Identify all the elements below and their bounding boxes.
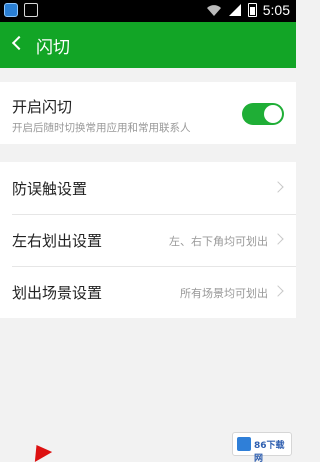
status-time: 5:05 bbox=[262, 2, 290, 18]
status-bar: 5:05 bbox=[0, 0, 296, 22]
watermark-logo: 86下载网 bbox=[232, 432, 292, 462]
chevron-right-icon bbox=[272, 233, 284, 245]
settings-item-anti-mistouch[interactable]: 防误触设置 bbox=[0, 162, 296, 214]
settings-list: 防误触设置 左右划出设置 左、右下角均可划出 划出场景设置 所有场景均可划出 bbox=[0, 162, 296, 318]
settings-item-label: 防误触设置 bbox=[12, 180, 88, 198]
enable-flash-switch-description: 开启后随时切换常用应用和常用联系人 bbox=[12, 122, 191, 134]
enable-flash-switch-row[interactable]: 开启闪切 开启后随时切换常用应用和常用联系人 bbox=[0, 82, 296, 144]
settings-item-value: 所有场景均可划出 bbox=[180, 287, 268, 300]
watermark-text: 86下载网 bbox=[254, 441, 285, 462]
battery-icon bbox=[247, 3, 257, 17]
page-title: 闪切 bbox=[36, 38, 70, 58]
enable-flash-switch-label: 开启闪切 bbox=[12, 98, 73, 116]
gallery-notification-icon bbox=[24, 3, 38, 17]
app-notification-icon bbox=[4, 3, 18, 17]
wifi-icon bbox=[206, 5, 221, 16]
signal-icon bbox=[228, 4, 241, 16]
chevron-right-icon bbox=[272, 181, 284, 193]
site-logo-icon bbox=[237, 437, 251, 451]
settings-item-label: 左右划出设置 bbox=[12, 232, 103, 250]
app-bar: 闪切 bbox=[0, 22, 296, 68]
chevron-right-icon bbox=[272, 285, 284, 297]
settings-item-value: 左、右下角均可划出 bbox=[169, 235, 268, 248]
settings-item-label: 划出场景设置 bbox=[12, 284, 103, 302]
red-arrow-icon bbox=[27, 439, 53, 462]
enable-flash-switch-toggle[interactable] bbox=[242, 103, 284, 125]
switch-knob bbox=[264, 105, 282, 123]
back-arrow-icon[interactable] bbox=[11, 35, 27, 51]
settings-item-swipe-scene[interactable]: 划出场景设置 所有场景均可划出 bbox=[0, 266, 296, 318]
settings-item-swipe-side[interactable]: 左右划出设置 左、右下角均可划出 bbox=[0, 214, 296, 266]
